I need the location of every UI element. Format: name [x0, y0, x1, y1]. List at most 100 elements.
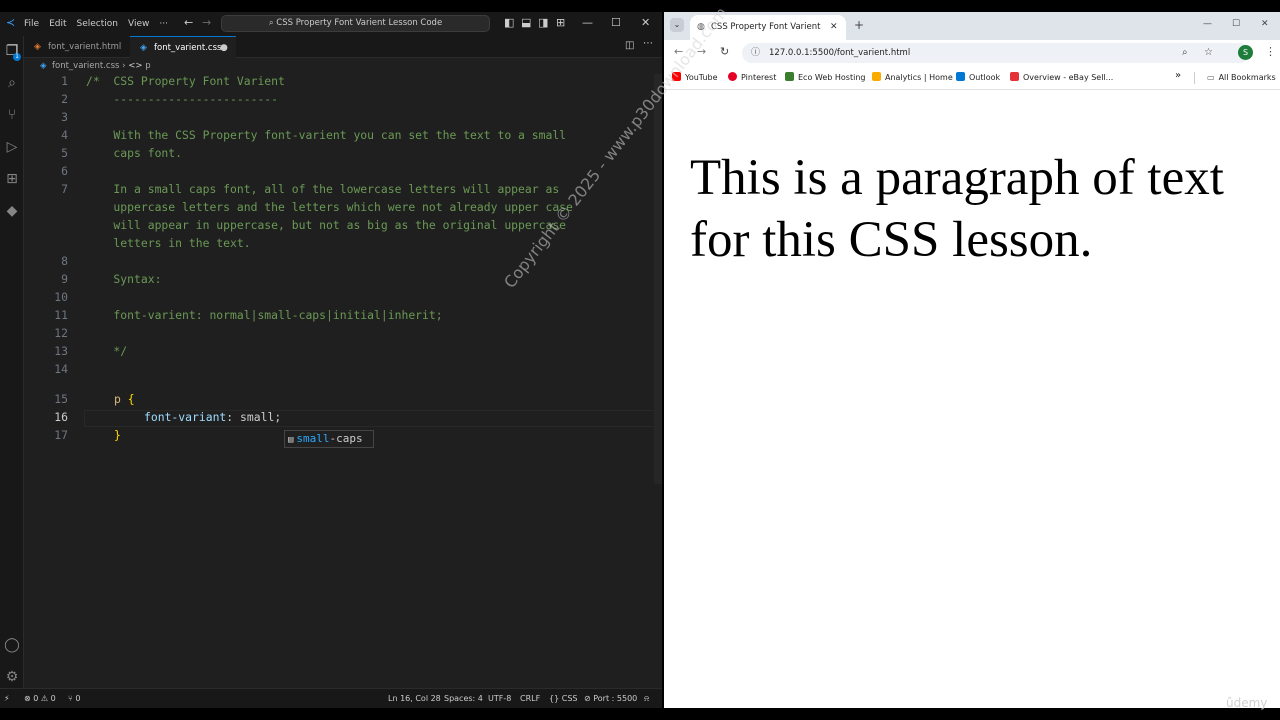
menu-selection[interactable]: Selection	[77, 19, 118, 29]
unsaved-dot-icon[interactable]: ●	[220, 37, 228, 59]
colon: :	[226, 410, 241, 424]
line-number: 17	[54, 428, 68, 442]
bookmarks-divider	[1194, 72, 1195, 84]
encoding[interactable]: UTF-8	[488, 689, 511, 709]
css-selector: p	[114, 392, 121, 406]
error-count: 0	[33, 694, 39, 703]
tab-font-varient-html[interactable]: ◈ font_varient.html	[24, 36, 130, 58]
url-text: 127.0.0.1:5500/font_varient.html	[769, 48, 911, 58]
indentation[interactable]: Spaces: 4	[444, 689, 483, 709]
menu-more[interactable]: ···	[159, 19, 168, 29]
screen: ≺ File Edit Selection View ··· ← → ⌕ CSS…	[0, 0, 1280, 720]
toggle-panel-icon[interactable]: ⬓	[521, 17, 531, 29]
bookmark-outlook[interactable]: Outlook	[956, 72, 1000, 84]
minimize-icon[interactable]: —	[582, 17, 593, 29]
forward-arrow-icon[interactable]: →	[202, 17, 211, 29]
run-debug-icon[interactable]: ▷	[3, 138, 21, 156]
search-icon[interactable]: ⌕	[3, 74, 21, 92]
reload-icon[interactable]: ↻	[720, 45, 729, 58]
settings-gear-icon[interactable]: ⚙	[3, 668, 21, 686]
browser-menu-icon[interactable]: ⋮	[1265, 45, 1276, 58]
maximize-icon[interactable]: ☐	[611, 17, 621, 29]
remote-icon[interactable]: ⚡	[4, 689, 10, 709]
bookmark-star-icon[interactable]: ☆	[1204, 43, 1213, 63]
more-actions-icon[interactable]: ⋯	[643, 38, 653, 49]
breadcrumb-file[interactable]: font_varient.css	[52, 61, 119, 71]
end-of-line[interactable]: CRLF	[520, 689, 540, 709]
bookmark-pinterest[interactable]: Pinterest	[728, 72, 776, 84]
bookmark-eco-web-hosting[interactable]: Eco Web Hosting	[785, 72, 865, 84]
line-number: 14	[54, 362, 68, 376]
back-arrow-icon[interactable]: ←	[184, 17, 193, 29]
tab-font-varient-css[interactable]: ◈ font_varient.css ●	[130, 36, 236, 58]
command-center-search[interactable]: ⌕ CSS Property Font Varient Lesson Code	[221, 15, 490, 32]
code-line: In a small caps font, all of the lowerca…	[86, 182, 560, 196]
customize-layout-icon[interactable]: ⊞	[556, 17, 565, 29]
bookmark-ebay[interactable]: Overview - eBay Sell...	[1010, 72, 1113, 84]
css-file-icon: ◈	[140, 43, 147, 53]
bookmark-label: Pinterest	[741, 73, 777, 82]
extensions-icon[interactable]: ⊞	[3, 170, 21, 188]
all-bookmarks[interactable]: ▭ All Bookmarks	[1207, 72, 1276, 84]
menu-file[interactable]: File	[24, 19, 39, 29]
live-server-port[interactable]: ⊘ Port : 5500	[584, 689, 637, 709]
bookmarks-bar: YouTube Pinterest Eco Web Hosting Analyt…	[664, 66, 1280, 90]
warning-count: 0	[50, 694, 56, 703]
source-control-icon[interactable]: ⑂	[3, 106, 21, 124]
explorer-badge: 1	[13, 53, 21, 61]
line-number: 8	[61, 254, 68, 268]
semicolon: ;	[274, 410, 282, 424]
status-bar: ⚡ ⊗ 0 ⚠ 0 ⑂ 0 Ln 16, Col 28 Spaces: 4 UT…	[0, 688, 662, 708]
new-tab-plus-icon[interactable]: +	[854, 18, 864, 32]
split-editor-icon[interactable]: ◫	[625, 40, 634, 51]
notifications-bell-icon[interactable]: ⍾	[644, 689, 649, 709]
editor-scrollbar[interactable]	[654, 74, 662, 484]
maximize-icon[interactable]: ☐	[1232, 19, 1240, 29]
line-number: 1	[61, 74, 68, 88]
analytics-icon	[872, 72, 881, 81]
pinterest-icon	[728, 72, 737, 81]
problems-status[interactable]: ⊗ 0 ⚠ 0	[24, 689, 56, 709]
breadcrumb-symbol-icon: <>	[128, 61, 143, 71]
close-brace: }	[114, 428, 121, 442]
autocomplete-suggestion[interactable]: ▤ small-caps	[284, 430, 374, 448]
ports-status[interactable]: ⑂ 0	[68, 689, 80, 709]
line-number: 7	[61, 182, 68, 196]
code-line: letters in the text.	[86, 236, 251, 250]
vscode-logo-icon: ≺	[6, 16, 16, 29]
toggle-primary-sidebar-icon[interactable]: ◧	[504, 17, 514, 29]
account-icon[interactable]: ◯	[3, 636, 21, 654]
code-line: ------------------------	[86, 92, 279, 106]
open-brace: {	[127, 392, 135, 406]
tab-search-chevron-icon[interactable]: ⌄	[670, 18, 684, 32]
close-window-icon[interactable]: ✕	[1261, 19, 1269, 29]
zoom-icon[interactable]: ⌕	[1182, 43, 1188, 63]
more-bookmarks-chevron-icon[interactable]: »	[1175, 70, 1181, 82]
menu-edit[interactable]: Edit	[49, 19, 66, 29]
address-bar[interactable]: ⓘ 127.0.0.1:5500/font_varient.html ⌕ ☆	[742, 43, 1250, 63]
line-number: 2	[61, 92, 68, 106]
ports-count: 0	[75, 694, 81, 703]
css-value: small	[240, 410, 275, 424]
cursor-position[interactable]: Ln 16, Col 28	[388, 689, 441, 709]
site-info-icon[interactable]: ⓘ	[751, 43, 760, 63]
code-line: uppercase letters and the letters which …	[86, 200, 573, 214]
close-window-icon[interactable]: ✕	[641, 17, 650, 29]
breadcrumb: ◈ font_varient.css › <> p	[24, 58, 662, 74]
port-label: Port : 5500	[593, 694, 638, 703]
breadcrumb-symbol[interactable]: p	[145, 61, 150, 71]
code-line: With the CSS Property font-varient you c…	[86, 128, 567, 142]
toggle-secondary-sidebar-icon[interactable]: ◨	[538, 17, 548, 29]
vscode-window: ≺ File Edit Selection View ··· ← → ⌕ CSS…	[0, 12, 662, 708]
python-icon[interactable]: ◆	[3, 202, 21, 220]
language-mode[interactable]: {} CSS	[549, 689, 577, 709]
profile-avatar[interactable]: S	[1238, 45, 1253, 60]
code-editor[interactable]: 1 /* CSS Property Font Varient 2 ---------…	[24, 74, 662, 700]
bookmark-analytics[interactable]: Analytics | Home	[872, 72, 953, 84]
minimize-icon[interactable]: —	[1203, 19, 1212, 29]
outlook-icon	[956, 72, 965, 81]
menu-view[interactable]: View	[128, 19, 149, 29]
close-tab-icon[interactable]: ✕	[830, 15, 838, 40]
bookmark-label: YouTube	[685, 73, 718, 82]
line-number: 11	[54, 308, 68, 322]
